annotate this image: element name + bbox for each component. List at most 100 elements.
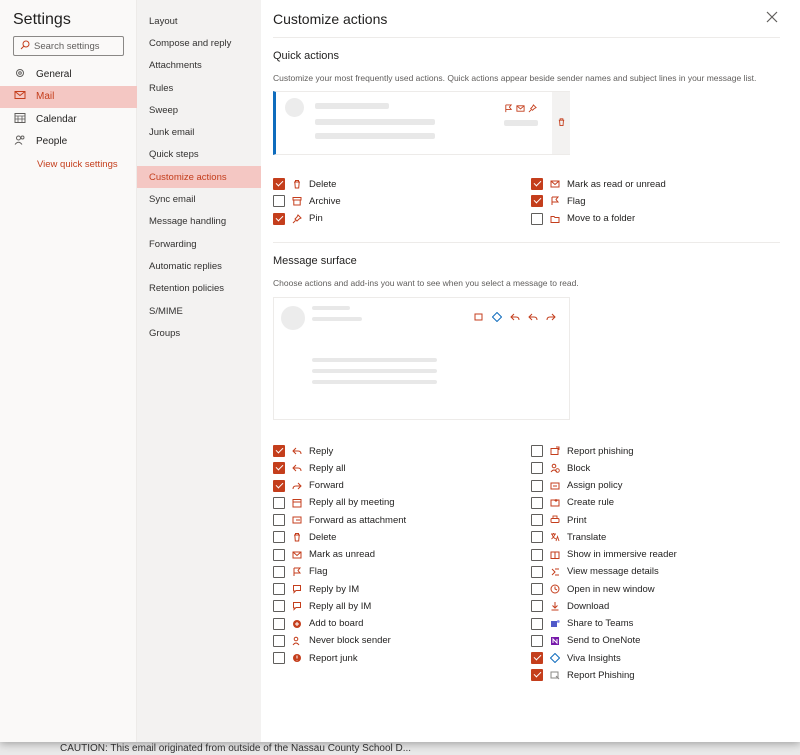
preview-line: [312, 317, 362, 321]
action-option: Delete: [273, 530, 336, 544]
checkbox[interactable]: [273, 496, 285, 509]
checkbox[interactable]: [273, 479, 285, 492]
mail-icon: [14, 89, 26, 104]
action-option: Pin: [273, 212, 323, 226]
search-input[interactable]: Search settings: [13, 36, 124, 56]
checkbox[interactable]: [273, 652, 285, 664]
option-label: Report phishing: [567, 445, 634, 457]
checkbox[interactable]: [273, 617, 285, 630]
envelope-icon: [516, 104, 525, 116]
new-window-icon: [550, 584, 560, 594]
mail-nav-item[interactable]: Quick steps: [137, 144, 261, 166]
checkbox[interactable]: [273, 600, 285, 613]
checkbox[interactable]: [531, 445, 543, 457]
preview-line: [504, 120, 538, 126]
mail-nav-item[interactable]: Rules: [137, 77, 261, 99]
action-option: Forward as attachment: [273, 513, 406, 527]
flag-icon: [504, 104, 513, 116]
action-option: Archive: [273, 194, 341, 208]
checkbox[interactable]: [273, 514, 285, 526]
action-option: Report Phishing: [531, 668, 635, 682]
viva-insights-icon: [550, 653, 560, 663]
mail-nav-item[interactable]: Forwarding: [137, 233, 261, 255]
checkbox[interactable]: [531, 617, 543, 630]
download-icon: [550, 601, 560, 611]
checkbox[interactable]: [531, 669, 543, 682]
checkbox[interactable]: [531, 652, 543, 664]
checkbox[interactable]: [531, 600, 543, 613]
checkbox[interactable]: [531, 583, 543, 595]
mail-nav-item[interactable]: Message handling: [137, 211, 261, 233]
nav-item-calendar[interactable]: Calendar: [0, 108, 137, 131]
mail-nav-item[interactable]: Layout: [137, 10, 261, 32]
pin-icon: [292, 213, 302, 224]
checkbox[interactable]: [273, 212, 285, 225]
checkbox[interactable]: [273, 548, 285, 561]
checkbox[interactable]: [273, 178, 285, 190]
checkbox[interactable]: [273, 462, 285, 475]
nav-item-general[interactable]: General: [0, 63, 137, 86]
checkbox[interactable]: [531, 212, 543, 225]
nav-item-label: People: [36, 136, 68, 148]
checkbox[interactable]: [273, 634, 285, 647]
action-option: Flag: [273, 565, 327, 579]
action-option: Reply all: [273, 461, 345, 475]
checkbox[interactable]: [531, 634, 543, 647]
option-label: Forward as attachment: [309, 514, 407, 526]
phishing-icon: [550, 446, 560, 456]
checkbox[interactable]: [531, 531, 543, 544]
option-label: Print: [567, 514, 587, 526]
checkbox[interactable]: [531, 195, 543, 208]
view-quick-settings-link[interactable]: View quick settings: [37, 159, 118, 170]
checkbox[interactable]: [273, 565, 285, 578]
mail-nav-item[interactable]: Sync email: [137, 188, 261, 210]
mail-nav-item[interactable]: Sweep: [137, 99, 261, 121]
message-surface-title: Message surface: [273, 255, 357, 267]
settings-sidebar: Settings Search settings General Mail Cale…: [0, 0, 137, 742]
action-option: Mark as read or unread: [531, 177, 666, 191]
close-icon[interactable]: [766, 11, 778, 23]
option-label: Flag: [567, 195, 586, 207]
action-option: Reply: [273, 444, 333, 458]
mail-nav-item[interactable]: Customize actions: [137, 166, 261, 189]
checkbox[interactable]: [273, 583, 285, 595]
checkbox[interactable]: [531, 548, 543, 561]
option-label: Send to OneNote: [567, 635, 641, 647]
rule-icon: [550, 498, 560, 508]
mail-nav-item[interactable]: Junk email: [137, 121, 261, 143]
checkbox[interactable]: [531, 514, 543, 526]
checkbox[interactable]: [531, 479, 543, 492]
preview-line: [315, 103, 389, 109]
action-option: Print: [531, 513, 587, 527]
preview-line: [312, 306, 350, 310]
mail-nav-item[interactable]: S/MIME: [137, 300, 261, 322]
checkbox[interactable]: [531, 462, 543, 475]
mail-nav-item[interactable]: Attachments: [137, 55, 261, 77]
checkbox[interactable]: [273, 531, 285, 544]
option-label: Archive: [309, 195, 341, 207]
message-surface-preview: [273, 297, 570, 420]
flag-icon: [550, 196, 560, 206]
mail-nav-item[interactable]: Groups: [137, 322, 261, 344]
option-label: Mark as read or unread: [567, 178, 666, 190]
option-label: Mark as unread: [309, 549, 376, 560]
action-option: Report junk: [273, 651, 358, 665]
viva-insights-icon: [491, 311, 503, 325]
nav-item-mail[interactable]: Mail: [0, 85, 137, 108]
checkbox[interactable]: [531, 178, 543, 190]
option-label: Move to a folder: [567, 213, 636, 225]
checkbox[interactable]: [273, 195, 285, 208]
checkbox[interactable]: [531, 496, 543, 509]
nav-item-people[interactable]: People: [0, 131, 137, 154]
option-label: Translate: [567, 531, 607, 543]
settings-dialog: Settings Search settings General Mail Cale…: [0, 0, 800, 742]
people-icon: [14, 134, 26, 149]
mail-nav-item[interactable]: Retention policies: [137, 278, 261, 300]
mail-nav-item[interactable]: Automatic replies: [137, 255, 261, 277]
forward-icon: [292, 481, 302, 491]
preview-hover-actions: [504, 104, 537, 116]
checkbox[interactable]: [531, 565, 543, 578]
checkbox[interactable]: [273, 445, 285, 457]
mail-nav-item[interactable]: Compose and reply: [137, 32, 261, 54]
option-label: Open in new window: [567, 583, 655, 595]
